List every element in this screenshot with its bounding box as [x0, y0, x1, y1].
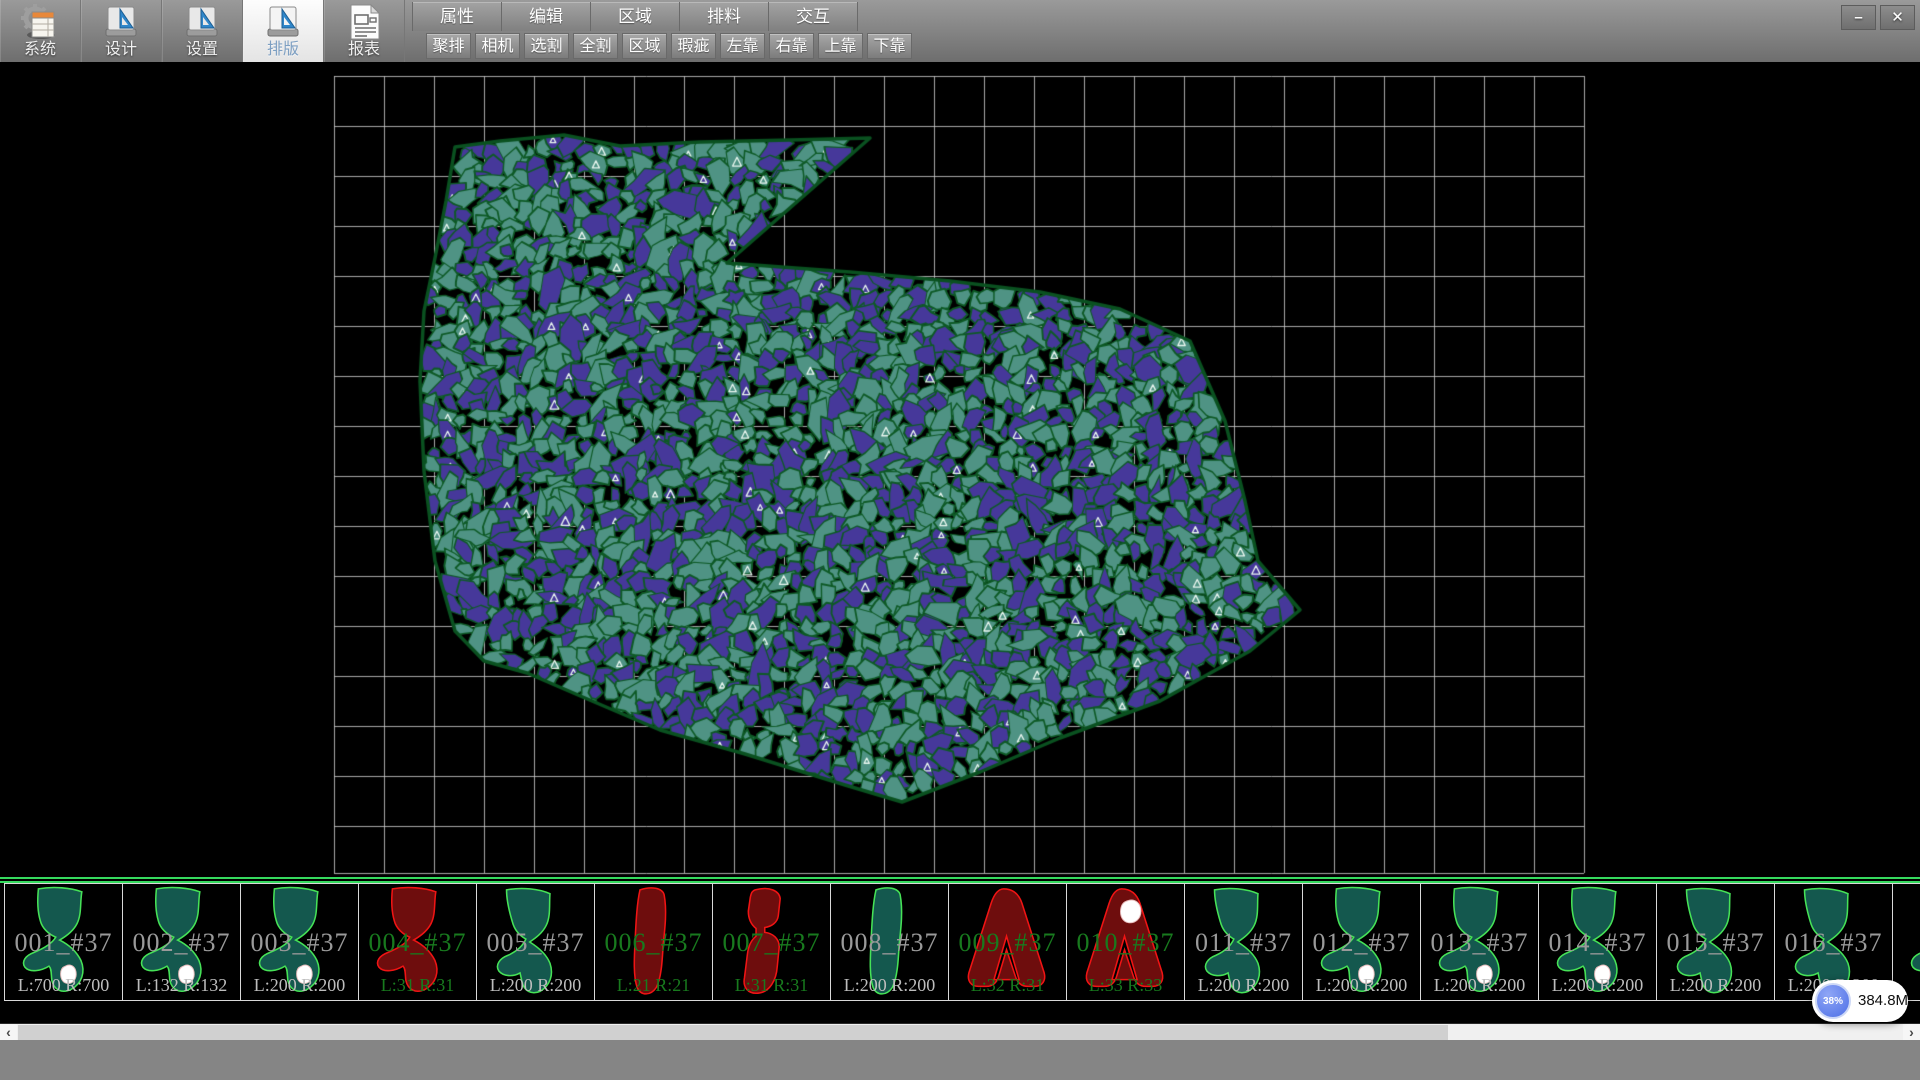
tool-region[interactable]: 区域: [622, 33, 667, 59]
piece-thumbnail[interactable]: 009_#37 L:32 R:31: [949, 883, 1067, 1001]
memory-status-pill[interactable]: 38% 384.8M: [1812, 980, 1908, 1022]
strip-separator-line: [0, 877, 1920, 879]
piece-id-label: 001_#37: [5, 928, 122, 958]
nav-tab-label: 设置: [162, 35, 242, 59]
piece-id-label: 003_#37: [241, 928, 358, 958]
piece-id-label: 005_#37: [477, 928, 594, 958]
piece-lr-count-label: L:33 R:33: [1067, 975, 1184, 996]
window-controls: – ✕: [1841, 5, 1915, 30]
piece-lr-count-label: L:200 R:200: [1303, 975, 1420, 996]
menu-tab-region[interactable]: 区域: [591, 2, 680, 31]
memory-usage-label: 384.8M: [1858, 980, 1908, 1022]
piece-lr-count-label: L:21 R:21: [595, 975, 712, 996]
scroll-left-arrow-icon[interactable]: ‹: [0, 1024, 17, 1040]
piece-lr-count-label: L:200 R:200: [1539, 975, 1656, 996]
minimize-button[interactable]: –: [1841, 5, 1876, 30]
nav-tab-settings[interactable]: 设置: [162, 0, 243, 62]
horizontal-scrollbar[interactable]: ‹ ›: [0, 1023, 1920, 1040]
piece-lr-count-label: L:700 R:700: [5, 975, 122, 996]
tool-align-bottom[interactable]: 下靠: [867, 33, 912, 59]
menu-tab-edit[interactable]: 编辑: [502, 2, 591, 31]
scrollbar-thumb[interactable]: [18, 1025, 1448, 1040]
piece-lr-count-label: L:200 R:200: [1421, 975, 1538, 996]
close-button[interactable]: ✕: [1880, 5, 1915, 30]
piece-thumbnail[interactable]: 008_#37 L:200 R:200: [831, 883, 949, 1001]
piece-thumbnail[interactable]: 012_#37 L:200 R:200: [1303, 883, 1421, 1001]
menu-tab-nesting[interactable]: 排料: [680, 2, 769, 31]
nav-tab-system[interactable]: 系统: [0, 0, 81, 62]
piece-id-label: 008_#37: [831, 928, 948, 958]
piece-lr-count-label: L:31 R:31: [359, 975, 476, 996]
piece-id-label: 007_#37: [713, 928, 830, 958]
piece-id-label: 011_#37: [1185, 928, 1302, 958]
tool-cluster-nest[interactable]: 聚排: [426, 33, 471, 59]
piece-id-label: 010_#37: [1067, 928, 1184, 958]
nav-tab-label: 系统: [0, 35, 80, 59]
piece-lr-count-label: L:31 R:31: [713, 975, 830, 996]
progress-percent-badge: 38%: [1815, 983, 1851, 1019]
tool-camera[interactable]: 相机: [475, 33, 520, 59]
piece-thumbnail[interactable]: 007_#37 L:31 R:31: [713, 883, 831, 1001]
piece-lr-count-label: L:200 R:200: [1185, 975, 1302, 996]
tool-defects[interactable]: 瑕疵: [671, 33, 716, 59]
tool-align-left[interactable]: 左靠: [720, 33, 765, 59]
piece-lr-count-label: L:200 R:200: [477, 975, 594, 996]
piece-lr-count-label: L:200 R:200: [241, 975, 358, 996]
piece-id-label: 004_#37: [359, 928, 476, 958]
nav-tab-label: 排版: [243, 35, 323, 59]
scroll-right-arrow-icon[interactable]: ›: [1903, 1024, 1920, 1040]
piece-id-label: 002_#37: [123, 928, 240, 958]
piece-thumbnail[interactable]: 015_#37 L:200 R:200: [1657, 883, 1775, 1001]
piece-id-label: 015_#37: [1657, 928, 1774, 958]
application-window: 系统 设计 设置: [0, 0, 1920, 1080]
tool-align-top[interactable]: 上靠: [818, 33, 863, 59]
toolbar-row: 聚排 相机 选割 全割 区域 瑕疵 左靠 右靠 上靠 下靠: [426, 33, 916, 59]
nav-tab-report[interactable]: 报表: [324, 0, 405, 62]
piece-thumbnail[interactable]: 004_#37 L:31 R:31: [359, 883, 477, 1001]
piece-thumbnail[interactable]: 013_#37 L:200 R:200: [1421, 883, 1539, 1001]
menu-tab-properties[interactable]: 属性: [412, 2, 502, 31]
piece-thumbnail[interactable]: 002_#37 L:132 R:132: [123, 883, 241, 1001]
piece-thumbnail[interactable]: 001_#37 L:700 R:700: [5, 883, 123, 1001]
tool-select-cut[interactable]: 选割: [524, 33, 569, 59]
menu-tab-interaction[interactable]: 交互: [769, 2, 858, 31]
tool-cut-all[interactable]: 全割: [573, 33, 618, 59]
nav-tab-layout-active[interactable]: 排版: [243, 0, 324, 62]
piece-id-label: 006_#37: [595, 928, 712, 958]
piece-id-label: 0: [1893, 928, 1920, 958]
piece-lr-count-label: L:200 R:200: [831, 975, 948, 996]
piece-lr-count-label: L:132 R:132: [123, 975, 240, 996]
piece-thumbnail-strip: 001_#37 L:700 R:700 002_#37 L:132 R:132 …: [4, 883, 1920, 1001]
piece-id-label: 014_#37: [1539, 928, 1656, 958]
piece-thumbnail[interactable]: 011_#37 L:200 R:200: [1185, 883, 1303, 1001]
piece-id-label: 012_#37: [1303, 928, 1420, 958]
nav-tab-label: 设计: [81, 35, 161, 59]
piece-thumbnail[interactable]: 005_#37 L:200 R:200: [477, 883, 595, 1001]
piece-id-label: 016_#37: [1775, 928, 1892, 958]
piece-thumbnail[interactable]: 003_#37 L:200 R:200: [241, 883, 359, 1001]
piece-thumbnail[interactable]: 014_#37 L:200 R:200: [1539, 883, 1657, 1001]
piece-id-label: 013_#37: [1421, 928, 1538, 958]
titlebar: 系统 设计 设置: [0, 0, 1920, 63]
piece-thumbnail[interactable]: 006_#37 L:21 R:21: [595, 883, 713, 1001]
piece-lr-count-label: L:200 R:200: [1657, 975, 1774, 996]
piece-id-label: 009_#37: [949, 928, 1066, 958]
nav-tab-design[interactable]: 设计: [81, 0, 162, 62]
bottom-status-area: [0, 1040, 1920, 1080]
piece-lr-count-label: L:32 R:31: [949, 975, 1066, 996]
piece-thumbnail[interactable]: 010_#37 L:33 R:33: [1067, 883, 1185, 1001]
main-nav-tabs: 系统 设计 设置: [0, 0, 405, 62]
tool-align-right[interactable]: 右靠: [769, 33, 814, 59]
nav-tab-label: 报表: [324, 35, 404, 59]
menu-tab-row: 属性 编辑 区域 排料 交互: [412, 2, 858, 31]
